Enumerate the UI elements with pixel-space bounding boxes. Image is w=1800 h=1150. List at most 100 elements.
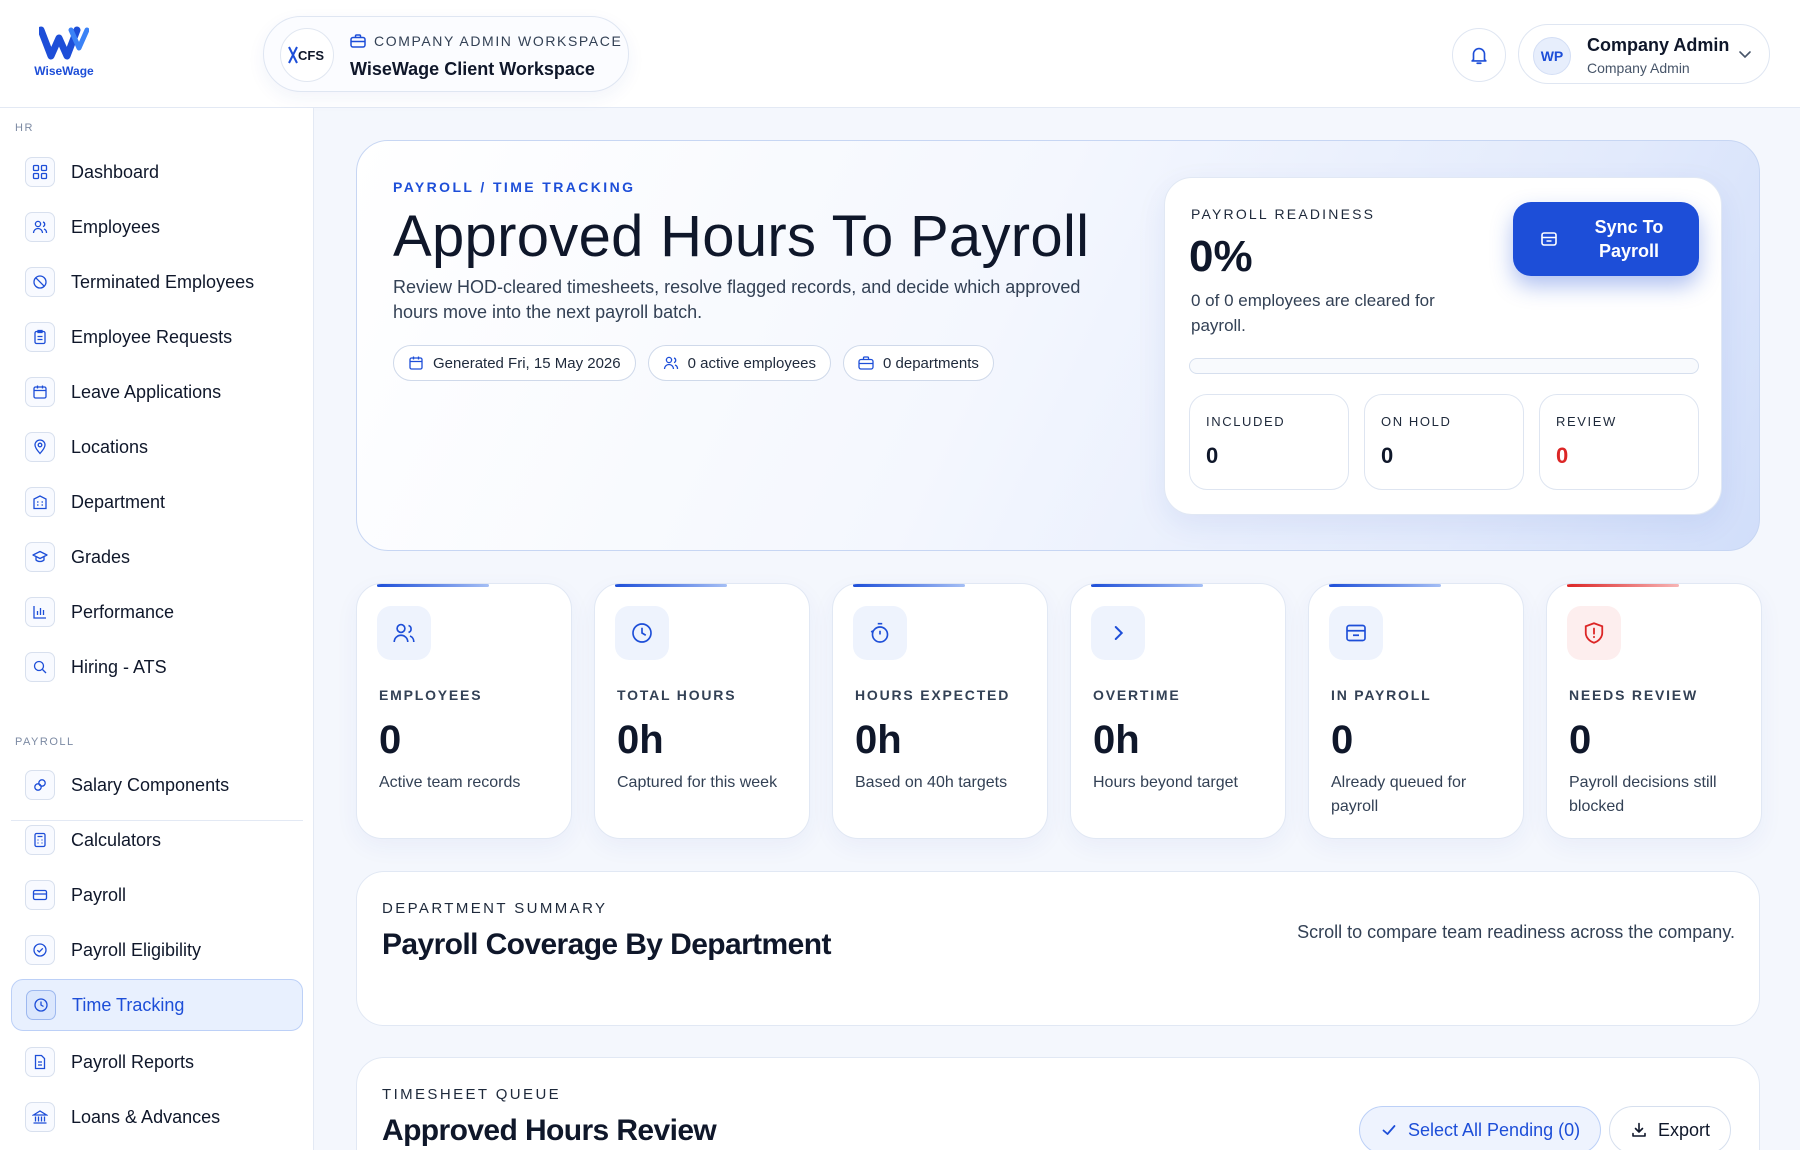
payroll-readiness-card: PAYROLL READINESS 0% 0 of 0 employees ar…	[1164, 177, 1722, 515]
hours-expected-stat-card: HOURS EXPECTED 0h Based on 40h targets	[832, 583, 1048, 839]
active-employees-pill: 0 active employees	[647, 345, 832, 381]
search-icon	[25, 652, 55, 682]
review-label: REVIEW	[1556, 414, 1617, 429]
included-stat: INCLUDED 0	[1189, 394, 1349, 490]
company-logo: CFS	[280, 28, 334, 82]
brand-name: WiseWage	[34, 64, 94, 78]
terminated-icon	[25, 267, 55, 297]
requests-icon	[25, 322, 55, 352]
shield-alert-icon	[1567, 606, 1621, 660]
export-label: Export	[1658, 1119, 1711, 1140]
stat-label: OVERTIME	[1093, 687, 1181, 703]
sidebar-item-label: Terminated Employees	[71, 271, 255, 292]
included-value: 0	[1206, 443, 1219, 468]
sidebar-item-salary-components[interactable]: Salary Components	[11, 759, 303, 811]
card-accent	[1091, 584, 1203, 587]
bar-chart-icon	[25, 597, 55, 627]
sidebar-item-label: Grades	[71, 546, 131, 567]
in-payroll-stat-card: IN PAYROLL 0 Already queued for payroll	[1308, 583, 1524, 839]
stat-label: HOURS EXPECTED	[855, 687, 1011, 703]
select-all-label: Select All Pending (0)	[1408, 1119, 1581, 1140]
generated-date-pill: Generated Fri, 15 May 2026	[393, 345, 636, 381]
avatar: WP	[1533, 37, 1571, 75]
user-role: Company Admin	[1587, 60, 1690, 76]
review-value: 0	[1556, 443, 1569, 468]
stat-description: Based on 40h targets	[855, 774, 1008, 791]
sidebar-item-label: Employee Requests	[71, 326, 233, 347]
departments-pill: 0 departments	[843, 345, 994, 381]
sidebar-item-label: Payroll Eligibility	[71, 939, 202, 960]
stat-label: NEEDS REVIEW	[1569, 687, 1698, 703]
wisewage-logo-icon	[39, 26, 89, 60]
sidebar-item-locations[interactable]: Locations	[11, 421, 303, 473]
page-description: Review HOD-cleared timesheets, resolve f…	[393, 277, 1081, 322]
top-bar: WiseWage CFS COMPANY ADMIN WORKSPACE Wis…	[0, 0, 1800, 108]
hero-panel: PAYROLL / TIME TRACKING Approved Hours T…	[356, 140, 1760, 551]
dashboard-icon	[25, 157, 55, 187]
workspace-eyebrow-text: COMPANY ADMIN WORKSPACE	[374, 33, 623, 49]
notifications-button[interactable]	[1452, 28, 1506, 82]
stat-description: Hours beyond target	[1093, 774, 1238, 791]
readiness-description: 0 of 0 employees are cleared for payroll…	[1191, 291, 1435, 335]
card-accent	[377, 584, 489, 587]
sidebar-item-payroll-eligibility[interactable]: Payroll Eligibility	[11, 924, 303, 976]
sync-to-payroll-button[interactable]: Sync To Payroll	[1513, 202, 1699, 276]
included-label: INCLUDED	[1206, 414, 1286, 429]
graduation-icon	[25, 542, 55, 572]
sidebar-item-leave-applications[interactable]: Leave Applications	[11, 366, 303, 418]
export-button[interactable]: Export	[1609, 1106, 1732, 1150]
stat-description: Active team records	[379, 774, 521, 791]
active-employees-text: 0 active employees	[687, 354, 817, 372]
sidebar: HR Dashboard Employees Terminated Employ…	[0, 108, 314, 1150]
calculator-icon	[25, 825, 55, 855]
chevron-right-icon	[1091, 606, 1145, 660]
readiness-percent: 0%	[1189, 232, 1253, 281]
sidebar-item-payroll[interactable]: Payroll	[11, 869, 303, 921]
user-name: Company Admin	[1587, 35, 1730, 55]
sidebar-item-hiring-ats[interactable]: Hiring - ATS	[11, 641, 303, 693]
clock-icon	[26, 990, 56, 1020]
sidebar-item-loans-advances[interactable]: Loans & Advances	[11, 1091, 303, 1143]
check-circle-icon	[25, 935, 55, 965]
bank-icon	[25, 1102, 55, 1132]
workspace-switcher[interactable]: CFS COMPANY ADMIN WORKSPACE WiseWage Cli…	[263, 16, 629, 92]
sidebar-item-label: Dashboard	[71, 161, 160, 182]
stat-value: 0	[1569, 718, 1592, 762]
employees-stat-card: EMPLOYEES 0 Active team records	[356, 583, 572, 839]
stat-description: Already queued for payroll	[1331, 774, 1467, 815]
sidebar-section-payroll: PAYROLL	[15, 736, 75, 748]
sync-button-label: Sync To Payroll	[1594, 217, 1664, 261]
sidebar-item-label: Loans & Advances	[71, 1106, 221, 1127]
employees-icon	[25, 212, 55, 242]
company-logo-text: CFS	[298, 48, 324, 63]
card-accent	[615, 584, 727, 587]
sidebar-item-label: Hiring - ATS	[71, 656, 167, 677]
meta-pills: Generated Fri, 15 May 2026 0 active empl…	[393, 345, 994, 381]
sidebar-item-label: Payroll Reports	[71, 1051, 195, 1072]
sidebar-item-label: Time Tracking	[72, 994, 185, 1015]
readiness-eyebrow: PAYROLL READINESS	[1191, 206, 1376, 222]
departments-text: 0 departments	[883, 354, 979, 372]
sidebar-item-employee-requests[interactable]: Employee Requests	[11, 311, 303, 363]
sidebar-item-calculators[interactable]: Calculators	[11, 814, 303, 866]
sidebar-item-department[interactable]: Department	[11, 476, 303, 528]
stat-label: TOTAL HOURS	[617, 687, 737, 703]
sidebar-item-dashboard[interactable]: Dashboard	[11, 146, 303, 198]
inbox-icon	[1329, 606, 1383, 660]
sidebar-item-employees[interactable]: Employees	[11, 201, 303, 253]
brand-logo[interactable]: WiseWage	[28, 24, 100, 78]
overtime-stat-card: OVERTIME 0h Hours beyond target	[1070, 583, 1286, 839]
sidebar-item-payroll-reports[interactable]: Payroll Reports	[11, 1036, 303, 1088]
sidebar-item-performance[interactable]: Performance	[11, 586, 303, 638]
sidebar-item-time-tracking[interactable]: Time Tracking	[11, 979, 303, 1031]
select-all-pending-button[interactable]: Select All Pending (0)	[1359, 1106, 1602, 1150]
sidebar-item-label: Payroll	[71, 884, 127, 905]
sidebar-item-grades[interactable]: Grades	[11, 531, 303, 583]
department-summary-panel: DEPARTMENT SUMMARY Payroll Coverage By D…	[356, 871, 1760, 1026]
bell-icon	[1471, 47, 1487, 65]
sidebar-item-terminated-employees[interactable]: Terminated Employees	[11, 256, 303, 308]
page-title: Approved Hours To Payroll	[393, 204, 1090, 269]
user-menu[interactable]: WP Company Admin Company Admin	[1518, 24, 1770, 84]
card-accent	[1329, 584, 1441, 587]
briefcase-icon	[350, 34, 366, 48]
